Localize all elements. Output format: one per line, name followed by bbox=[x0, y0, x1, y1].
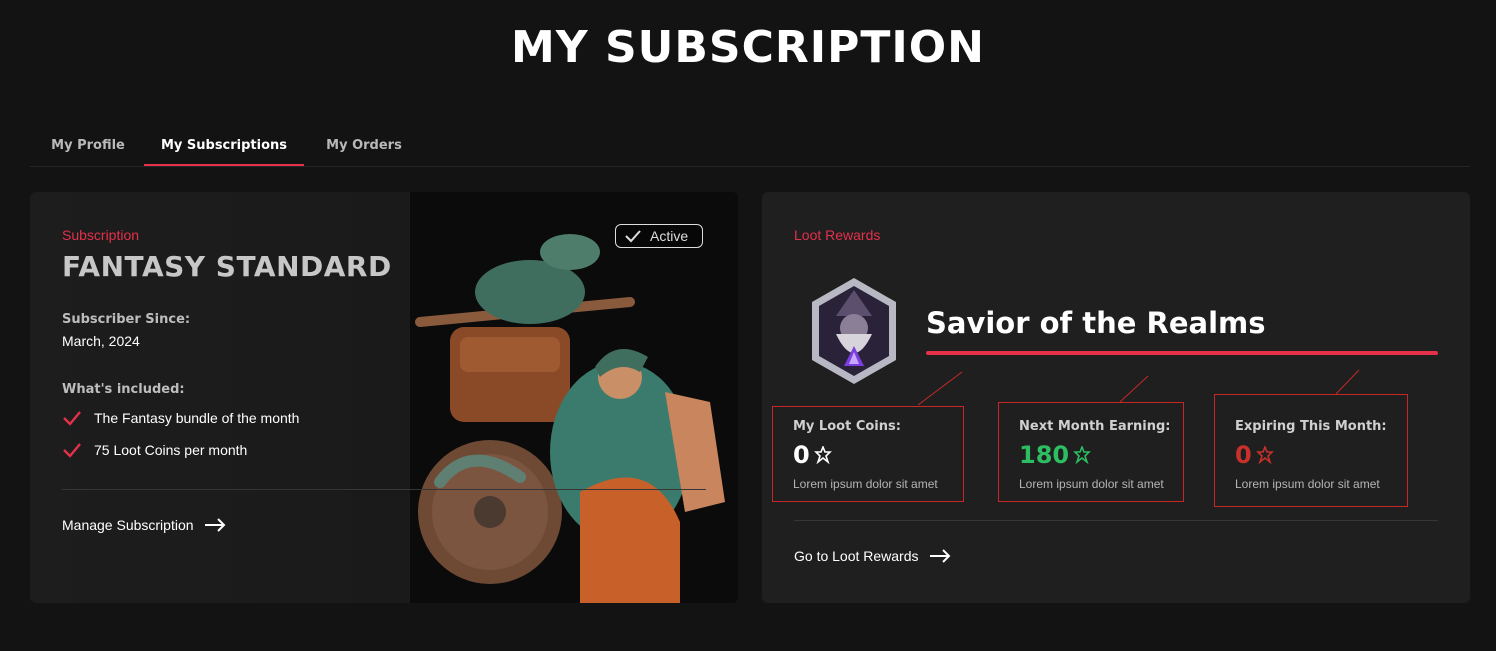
included-item-label: 75 Loot Coins per month bbox=[94, 442, 248, 458]
check-icon bbox=[63, 411, 81, 426]
wizard-emblem-icon bbox=[812, 278, 896, 384]
stat-label: My Loot Coins: bbox=[793, 419, 901, 434]
status-badge: Active bbox=[615, 224, 703, 248]
stat-my-loot-coins: My Loot Coins: 0 Lorem ipsum dolor sit a… bbox=[772, 406, 964, 502]
stat-desc: Lorem ipsum dolor sit amet bbox=[793, 477, 938, 491]
stat-label: Next Month Earning: bbox=[1019, 419, 1171, 434]
card-divider bbox=[62, 489, 706, 490]
subscription-eyebrow: Subscription bbox=[62, 227, 140, 243]
manage-subscription-link[interactable]: Manage Subscription bbox=[62, 517, 226, 533]
stat-value-row: 0 bbox=[1235, 441, 1274, 469]
included-label: What's included: bbox=[62, 382, 185, 397]
rank-underline bbox=[926, 351, 1438, 355]
subscriber-since-value: March, 2024 bbox=[62, 333, 140, 349]
loot-coin-icon bbox=[813, 446, 832, 464]
go-to-loot-rewards-label: Go to Loot Rewards bbox=[794, 548, 919, 564]
stat-value-row: 180 bbox=[1019, 441, 1092, 469]
card-divider bbox=[794, 520, 1438, 521]
stat-value: 180 bbox=[1019, 441, 1070, 469]
manage-subscription-label: Manage Subscription bbox=[62, 517, 194, 533]
loot-coin-icon bbox=[1255, 446, 1274, 464]
included-item: 75 Loot Coins per month bbox=[62, 442, 247, 458]
plan-name: FANTASY STANDARD bbox=[62, 250, 392, 283]
go-to-loot-rewards-link[interactable]: Go to Loot Rewards bbox=[794, 548, 951, 564]
stat-value-row: 0 bbox=[793, 441, 832, 469]
account-tabs: My Profile My Subscriptions My Orders bbox=[30, 128, 1470, 167]
tab-my-profile[interactable]: My Profile bbox=[38, 128, 138, 164]
stat-desc: Lorem ipsum dolor sit amet bbox=[1235, 477, 1380, 491]
stat-next-month-earning: Next Month Earning: 180 Lorem ipsum dolo… bbox=[998, 402, 1184, 502]
loot-rewards-eyebrow: Loot Rewards bbox=[794, 227, 881, 243]
included-item: The Fantasy bundle of the month bbox=[62, 410, 299, 426]
stat-value: 0 bbox=[793, 441, 810, 469]
rank-title: Savior of the Realms bbox=[926, 306, 1266, 340]
loot-coin-icon bbox=[1073, 446, 1092, 464]
check-icon bbox=[625, 230, 641, 243]
subscriber-since-label: Subscriber Since: bbox=[62, 312, 191, 327]
page-title: MY SUBSCRIPTION bbox=[510, 22, 985, 73]
stat-value: 0 bbox=[1235, 441, 1252, 469]
stat-desc: Lorem ipsum dolor sit amet bbox=[1019, 477, 1164, 491]
status-label: Active bbox=[650, 228, 689, 244]
fantasy-miniature-image bbox=[410, 192, 738, 603]
arrow-right-icon bbox=[929, 549, 950, 563]
tab-my-subscriptions[interactable]: My Subscriptions bbox=[144, 128, 304, 166]
included-item-label: The Fantasy bundle of the month bbox=[94, 410, 300, 426]
loot-rewards-card: Loot Rewards Savior of the Realms My Loo… bbox=[762, 192, 1470, 603]
check-icon bbox=[63, 443, 81, 458]
tab-my-orders[interactable]: My Orders bbox=[314, 128, 414, 164]
subscription-card: Subscription FANTASY STANDARD Active Sub… bbox=[30, 192, 738, 603]
stat-label: Expiring This Month: bbox=[1235, 419, 1387, 434]
stat-expiring-this-month: Expiring This Month: 0 Lorem ipsum dolor… bbox=[1214, 394, 1408, 507]
arrow-right-icon bbox=[204, 518, 225, 532]
